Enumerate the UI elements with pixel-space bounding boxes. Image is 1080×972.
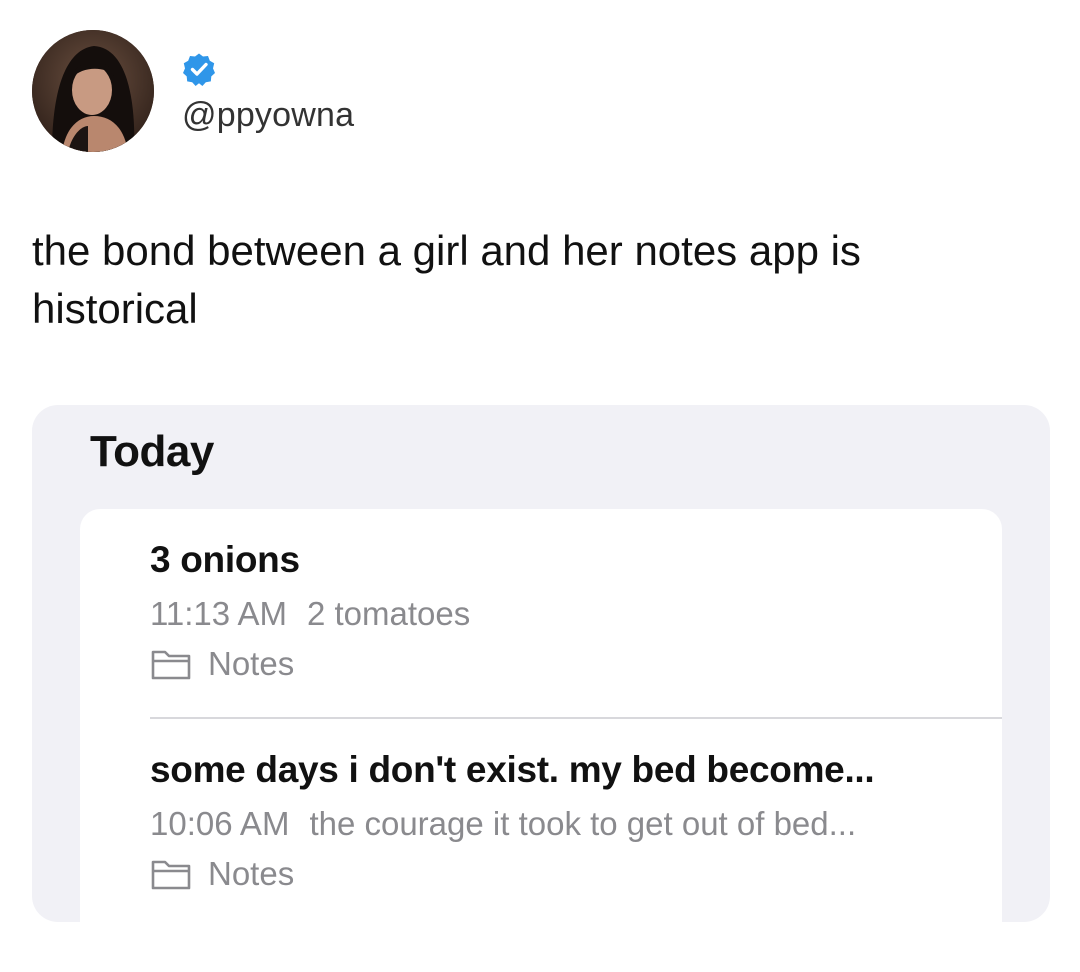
- folder-icon: [150, 647, 192, 681]
- note-time: 11:13 AM: [150, 595, 287, 632]
- avatar[interactable]: [32, 30, 154, 152]
- note-title: 3 onions: [150, 539, 300, 580]
- divider: [150, 717, 1002, 719]
- note-item[interactable]: some days i don't exist. my bed become..…: [150, 749, 980, 893]
- note-folder: Notes: [150, 855, 980, 893]
- folder-icon: [150, 857, 192, 891]
- note-preview: the courage it took to get out of bed...: [309, 805, 857, 842]
- note-title: some days i don't exist. my bed become..…: [150, 749, 875, 790]
- folder-label: Notes: [208, 855, 295, 892]
- notes-screenshot: Today 3 onions 11:13 AM 2 tomatoes Notes …: [32, 405, 1050, 922]
- note-item[interactable]: 3 onions 11:13 AM 2 tomatoes Notes: [150, 539, 980, 683]
- note-preview: 2 tomatoes: [306, 595, 471, 632]
- note-time: 10:06 AM: [150, 805, 290, 842]
- verified-badge-icon: [182, 52, 216, 86]
- note-meta: 10:06 AM the courage it took to get out o…: [150, 805, 980, 843]
- user-handle[interactable]: @ppyowna: [182, 96, 354, 135]
- section-title: Today: [90, 427, 214, 476]
- tweet-text: the bond between a girl and her notes ap…: [32, 227, 861, 332]
- note-meta: 11:13 AM 2 tomatoes: [150, 595, 980, 633]
- note-folder: Notes: [150, 645, 980, 683]
- notes-list: 3 onions 11:13 AM 2 tomatoes Notes some d…: [80, 509, 1002, 922]
- folder-label: Notes: [208, 645, 295, 682]
- tweet-header: @ppyowna: [32, 30, 632, 154]
